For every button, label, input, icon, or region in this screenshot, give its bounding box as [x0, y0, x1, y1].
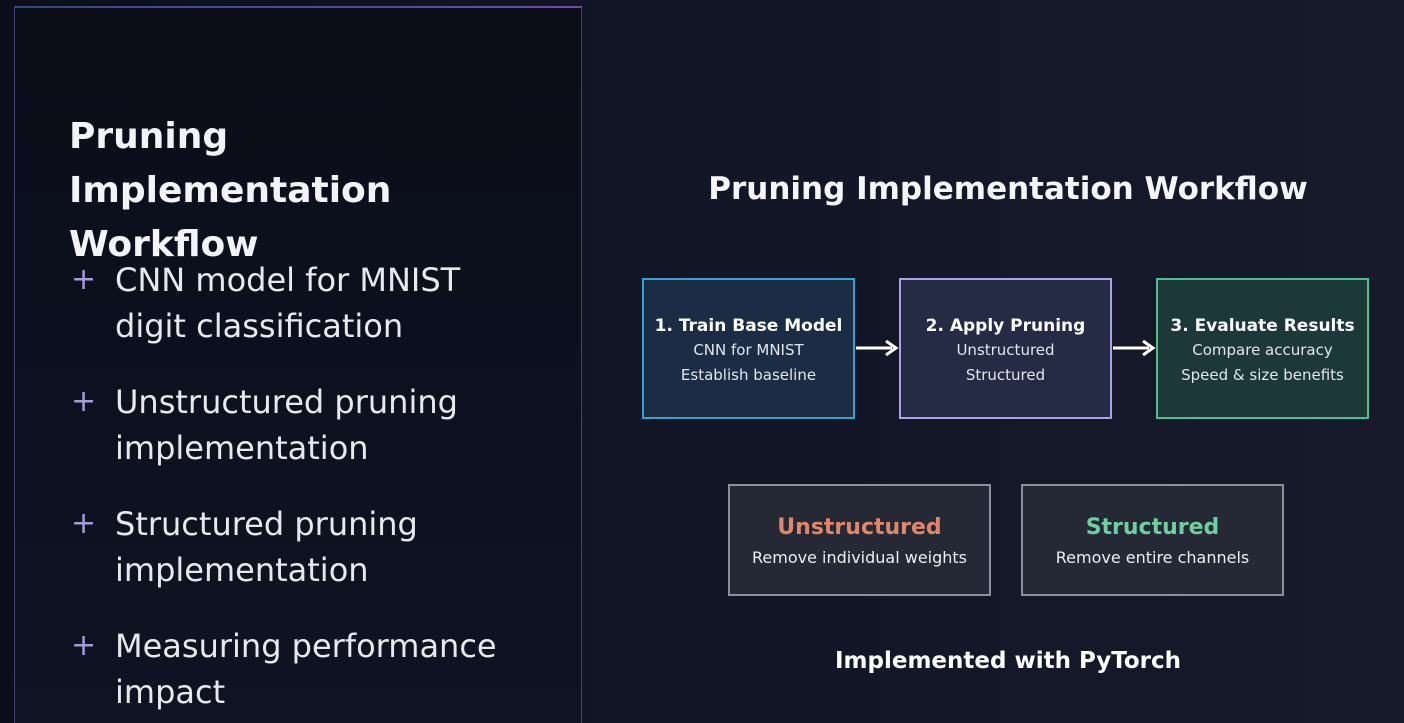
step-detail: CNN for MNIST: [693, 341, 804, 359]
step-evaluate-results: 3. Evaluate Results Compare accuracy Spe…: [1156, 278, 1369, 419]
step-title: 1. Train Base Model: [654, 316, 843, 336]
bullet-text: Unstructured pruning implementation: [115, 383, 458, 467]
unstructured-card: Unstructured Remove individual weights: [728, 484, 991, 596]
plus-icon: +: [71, 262, 97, 297]
step-detail: Speed & size benefits: [1181, 366, 1344, 384]
step-detail: Compare accuracy: [1192, 341, 1333, 359]
type-description: Remove individual weights: [751, 548, 968, 567]
type-name: Structured: [1085, 515, 1220, 540]
bullet-list: + CNN model for MNIST digit classificati…: [71, 257, 541, 723]
plus-icon: +: [71, 384, 97, 419]
bullet-item: + Structured pruning implementation: [71, 501, 541, 593]
bullet-item: + Unstructured pruning implementation: [71, 379, 541, 471]
step-detail: Establish baseline: [680, 366, 817, 384]
arrow-right-icon: [856, 339, 899, 357]
bullet-item: + CNN model for MNIST digit classificati…: [71, 257, 541, 349]
bullet-text: CNN model for MNIST digit classification: [115, 261, 461, 345]
step-detail: Unstructured: [956, 341, 1055, 359]
left-title: Pruning Implementation Workflow: [69, 116, 392, 265]
plus-icon: +: [71, 628, 97, 663]
plus-icon: +: [71, 506, 97, 541]
step-title: 3. Evaluate Results: [1170, 316, 1355, 336]
type-description: Remove entire channels: [1055, 548, 1250, 567]
step-title: 2. Apply Pruning: [925, 316, 1086, 336]
bullet-item: + Measuring performance impact: [71, 623, 541, 715]
step-train-base-model: 1. Train Base Model CNN for MNIST Establ…: [642, 278, 855, 419]
bullet-text: Measuring performance impact: [115, 627, 497, 711]
diagram-title: Pruning Implementation Workflow: [708, 171, 1308, 207]
slide: Pruning Implementation Workflow + CNN mo…: [0, 0, 1404, 723]
bullet-text: Structured pruning implementation: [115, 505, 418, 589]
footer-note: Implemented with PyTorch: [834, 648, 1182, 674]
arrow-right-icon: [1113, 339, 1156, 357]
structured-card: Structured Remove entire channels: [1021, 484, 1284, 596]
left-panel: Pruning Implementation Workflow + CNN mo…: [14, 6, 582, 723]
step-detail: Structured: [965, 366, 1046, 384]
type-name: Unstructured: [777, 515, 942, 540]
step-apply-pruning: 2. Apply Pruning Unstructured Structured: [899, 278, 1112, 419]
